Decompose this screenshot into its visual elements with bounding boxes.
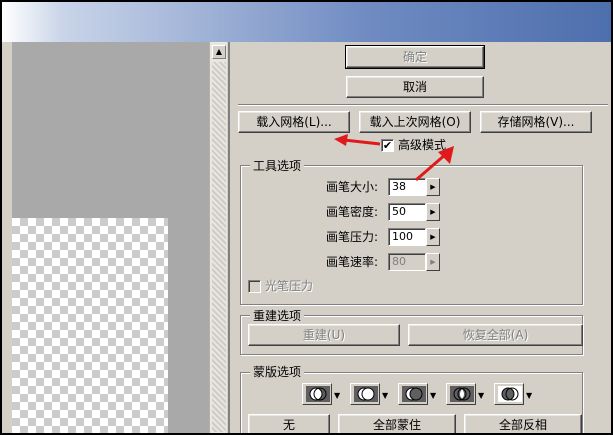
load-mesh-button[interactable]: 载入网格(L)... bbox=[238, 111, 350, 133]
transparent-layer-checkerboard[interactable] bbox=[12, 218, 168, 433]
scroll-track[interactable] bbox=[212, 62, 226, 432]
intersect-selection-icon[interactable] bbox=[446, 383, 476, 405]
add-to-selection-caret-icon[interactable]: ▼ bbox=[382, 391, 388, 401]
canvas-preview[interactable] bbox=[12, 42, 209, 433]
mask-none-button[interactable]: 无 bbox=[248, 414, 330, 433]
stylus-pressure-label: 光笔压力 bbox=[265, 279, 314, 293]
brush-density-label: 画笔密度: bbox=[325, 205, 378, 219]
options-panel: 确定 取消 载入网格(L)... 载入上次网格(O) 存储网格(V)... ✔ … bbox=[228, 42, 611, 433]
mask-options-title: 蒙版选项 bbox=[250, 365, 305, 379]
replace-selection-icon[interactable] bbox=[302, 383, 332, 405]
subtract-from-selection-icon[interactable] bbox=[398, 383, 428, 405]
reconstruct-button: 重建(U) bbox=[248, 324, 400, 346]
intersect-selection-caret-icon[interactable]: ▼ bbox=[478, 391, 484, 401]
brush-pressure-slider-arrow-icon[interactable]: ▶ bbox=[426, 228, 440, 246]
annotation-arrow-icon bbox=[415, 146, 454, 182]
invert-selection-icon[interactable] bbox=[494, 383, 524, 405]
brush-pressure-input[interactable]: 100 bbox=[388, 228, 426, 246]
brush-pressure-label: 画笔压力: bbox=[325, 230, 378, 244]
brush-rate-input: 80 bbox=[388, 253, 426, 271]
title-bar bbox=[2, 2, 611, 42]
vertical-scrollbar[interactable]: ▲ bbox=[209, 42, 227, 433]
brush-density-slider-arrow-icon[interactable]: ▶ bbox=[426, 203, 440, 221]
annotation-arrow-icon bbox=[334, 134, 381, 146]
brush-rate-label: 画笔速率: bbox=[325, 255, 378, 269]
tool-options-title: 工具选项 bbox=[250, 159, 305, 173]
reconstruct-options-title: 重建选项 bbox=[250, 309, 305, 323]
cancel-button[interactable]: 取消 bbox=[346, 76, 484, 98]
invert-selection-caret-icon[interactable]: ▼ bbox=[526, 391, 532, 401]
advanced-mode-checkbox[interactable]: ✔ bbox=[381, 139, 394, 152]
separator bbox=[238, 104, 608, 106]
replace-selection-caret-icon[interactable]: ▼ bbox=[334, 391, 340, 401]
scroll-up-icon[interactable]: ▲ bbox=[212, 45, 226, 59]
save-mesh-button[interactable]: 存储网格(V)... bbox=[480, 111, 592, 133]
brush-size-label: 画笔大小: bbox=[325, 180, 378, 194]
brush-rate-slider-arrow-icon: ▶ bbox=[426, 253, 440, 271]
load-last-mesh-button[interactable]: 载入上次网格(O) bbox=[359, 111, 471, 133]
liquify-window: ▲ 确定 取消 载入网格(L)... 载入上次网格(O) 存储网格(V)... … bbox=[0, 0, 613, 435]
subtract-from-selection-caret-icon[interactable]: ▼ bbox=[430, 391, 436, 401]
restore-all-button: 恢复全部(A) bbox=[408, 324, 583, 346]
mask-all-button[interactable]: 全部蒙住 bbox=[338, 414, 456, 433]
add-to-selection-icon[interactable] bbox=[350, 383, 380, 405]
brush-density-input[interactable]: 50 bbox=[388, 203, 426, 221]
stylus-pressure-checkbox bbox=[248, 280, 261, 293]
invert-all-button[interactable]: 全部反相 bbox=[464, 414, 582, 433]
ok-button[interactable]: 确定 bbox=[345, 45, 485, 69]
